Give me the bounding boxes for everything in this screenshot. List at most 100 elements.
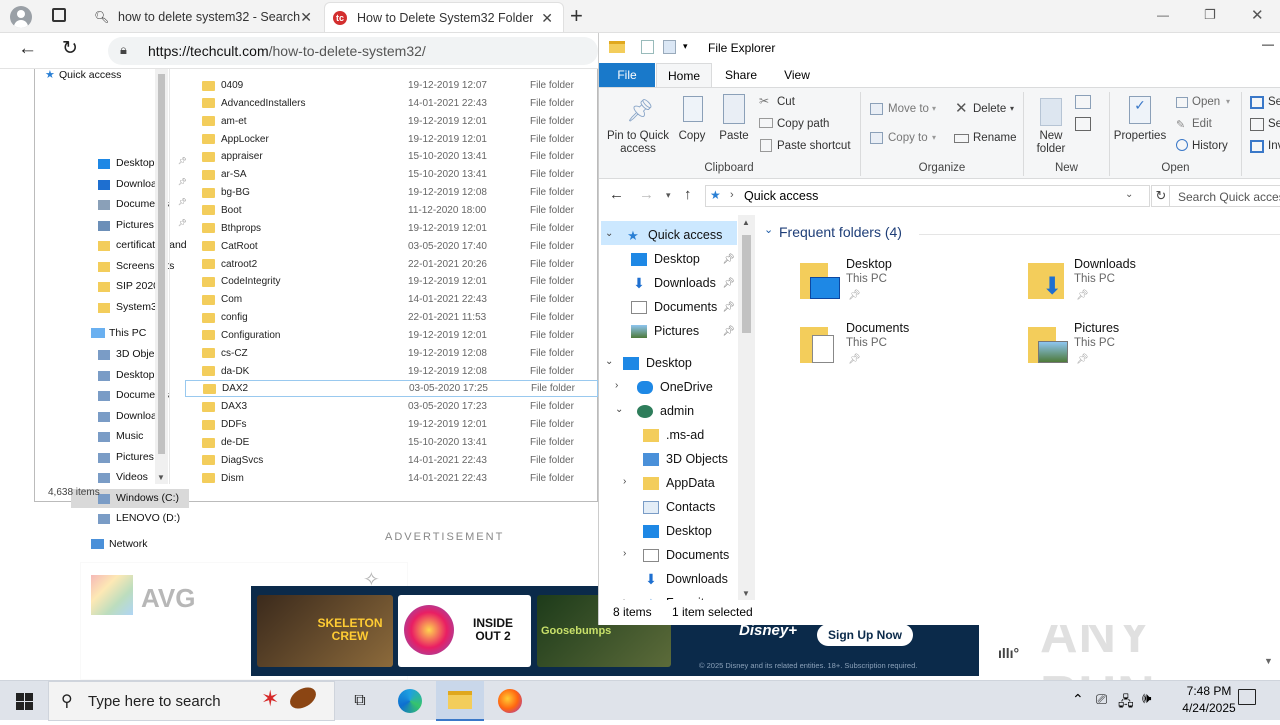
easy-access-icon[interactable] — [1075, 117, 1091, 131]
firefox-taskbar-button[interactable] — [486, 681, 534, 721]
file-date: 19-12-2019 12:01 — [408, 329, 487, 341]
copy-to-button[interactable]: Copy to — [888, 132, 928, 144]
volume-icon[interactable]: 🕪︎ — [1142, 690, 1151, 707]
expand-chevron-icon[interactable]: › — [623, 596, 626, 600]
close-icon[interactable]: ✕ — [541, 10, 553, 27]
ribbon-tab-view[interactable]: View — [769, 63, 825, 87]
move-to-icon — [870, 103, 883, 115]
tab-search[interactable]: 🔍︎ how to delete system32 - Search ✕ — [86, 2, 322, 32]
notifications-icon[interactable] — [1238, 689, 1256, 705]
invert-selection-button[interactable]: Inv — [1268, 140, 1280, 152]
nav-tree-item[interactable]: OneDrive › — [599, 375, 739, 399]
delete-button[interactable]: Delete — [973, 103, 1006, 115]
nav-tree-item[interactable]: ⬇ Downloads — [599, 567, 739, 591]
network-icon[interactable]: 🖧︎ — [1118, 691, 1134, 715]
paste-button[interactable]: Paste — [717, 130, 751, 142]
nav-up-icon[interactable]: ↑ — [684, 186, 692, 203]
ribbon-tab-share[interactable]: Share — [713, 63, 769, 87]
ad-tile-inside-out[interactable]: INSIDE OUT 2 — [398, 595, 531, 667]
new-item-icon[interactable] — [1075, 95, 1091, 109]
qat-newfolder-icon[interactable] — [663, 40, 676, 54]
ad-tile-skeleton-crew[interactable]: SKELETON CREW — [257, 595, 393, 667]
frequent-pictures[interactable]: Pictures This PC 📌︎ — [1028, 321, 1228, 377]
recent-locations-icon[interactable]: ▾ — [666, 190, 671, 201]
nav-back-icon[interactable]: ← — [609, 186, 624, 203]
file-explorer-taskbar-button[interactable] — [436, 681, 484, 721]
nav-tree-item[interactable]: admin ⌄ — [599, 399, 739, 423]
nav-desktop[interactable]: Desktop ⌄ — [599, 351, 739, 375]
select-none-button[interactable]: Se — [1268, 118, 1280, 130]
search-box[interactable]: Search Quick access — [1169, 185, 1280, 207]
explorer-minimize-button[interactable]: — — [1262, 37, 1274, 51]
edit-button[interactable]: Edit — [1192, 118, 1212, 130]
refresh-icon[interactable]: ↻ — [1151, 185, 1171, 207]
copy-button[interactable]: Copy — [676, 130, 708, 142]
address-dropdown-icon[interactable]: ⌄ — [1125, 189, 1133, 200]
device-icon[interactable]: ⎚ — [1096, 691, 1107, 708]
qat-properties-icon[interactable] — [641, 40, 654, 54]
properties-button[interactable]: Properties — [1112, 130, 1168, 142]
clock-time[interactable]: 7:48 PM — [1174, 684, 1244, 698]
cut-button[interactable]: Cut — [777, 96, 795, 108]
open-button[interactable]: Open — [1192, 96, 1220, 108]
show-hidden-icons-icon[interactable]: ⌃ — [1072, 691, 1084, 708]
nav-qa-item[interactable]: ⬇ Downloads 📌︎ — [599, 271, 739, 295]
reload-icon[interactable]: ↻ — [62, 37, 78, 60]
nav-qa-item[interactable]: Desktop 📌︎ — [599, 247, 739, 271]
address-bar[interactable]: ★ › Quick access ⌄ — [705, 185, 1150, 207]
nav-forward-icon[interactable]: → — [639, 186, 654, 203]
nav-tree-item[interactable]: Documents › — [599, 543, 739, 567]
frequent-folders-header[interactable]: Frequent folders (4) — [779, 224, 902, 240]
maximize-button[interactable]: ❐ — [1204, 7, 1216, 23]
ribbon-tab-file[interactable]: File — [599, 63, 655, 87]
nav-pane-scrollbar[interactable]: ▲ ▼ — [738, 215, 755, 600]
expand-chevron-icon[interactable]: ⌄ — [615, 404, 623, 415]
rename-button[interactable]: Rename — [973, 132, 1016, 144]
copy-path-button[interactable]: Copy path — [777, 118, 829, 130]
nav-qa-item[interactable]: Pictures 📌︎ — [599, 319, 739, 343]
select-all-button[interactable]: Se — [1268, 96, 1280, 108]
frequent-downloads[interactable]: ⬇ Downloads This PC 📌︎ — [1028, 257, 1228, 313]
ad-choices-icon[interactable]: ıllı° — [998, 645, 1019, 661]
url-bar[interactable]: 🔒︎ https://techcult.com/how-to-delete-sy… — [108, 37, 598, 65]
nav-quick-access[interactable]: ★ Quick access ⌄ — [599, 223, 739, 247]
expand-chevron-icon[interactable]: ⌄ — [605, 356, 613, 367]
nav-qa-item[interactable]: Documents 📌︎ — [599, 295, 739, 319]
clock-date[interactable]: 4/24/2025 — [1174, 701, 1244, 715]
taskbar-search-box[interactable]: ⚲ Type here to search ✶ — [48, 681, 335, 721]
page-scroll-down-icon[interactable]: ▼ — [1264, 656, 1273, 666]
expand-chevron-icon[interactable]: › — [623, 548, 626, 559]
ribbon-tab-home[interactable]: Home — [656, 63, 712, 87]
edge-taskbar-button[interactable] — [386, 681, 434, 721]
minimize-button[interactable]: — — [1157, 8, 1169, 22]
pin-quick-access-button[interactable]: Pin to Quick access — [603, 130, 673, 156]
expand-chevron-icon[interactable]: › — [615, 380, 618, 391]
nav-tree-item[interactable]: Desktop — [599, 519, 739, 543]
new-tab-button[interactable]: + — [570, 3, 583, 29]
nav-tree-item[interactable]: ★ Favorites › — [599, 591, 739, 600]
nav-tree-item[interactable]: 3D Objects — [599, 447, 739, 471]
nav-tree-item[interactable]: .ms-ad — [599, 423, 739, 447]
nav-tree-item[interactable]: Contacts — [599, 495, 739, 519]
nav-label: Downloads — [654, 276, 716, 290]
task-view-button[interactable]: ⧉ — [336, 681, 384, 721]
move-to-button[interactable]: Move to — [888, 103, 929, 115]
start-button[interactable] — [0, 681, 48, 721]
nav-tree-item[interactable]: AppData › — [599, 471, 739, 495]
frequent-desktop[interactable]: Desktop This PC 📌︎ — [800, 257, 1000, 313]
sign-up-button[interactable]: Sign Up Now — [817, 624, 913, 646]
qat-dropdown-icon[interactable]: ▾ — [683, 41, 688, 52]
close-window-button[interactable]: ✕ — [1251, 6, 1264, 24]
expand-chevron-icon[interactable]: ⌄ — [605, 228, 613, 239]
new-folder-button[interactable]: New folder — [1036, 130, 1066, 156]
tab-actions-icon[interactable] — [52, 8, 66, 22]
frequent-documents[interactable]: Documents This PC 📌︎ — [800, 321, 1000, 377]
frequent-folders-chevron-icon[interactable]: ⌄ — [764, 223, 773, 236]
tab-techcult[interactable]: tc How to Delete System32 Folder in ✕ — [324, 2, 564, 32]
history-button[interactable]: History — [1192, 140, 1228, 152]
profile-avatar[interactable] — [10, 6, 32, 28]
back-arrow-icon[interactable]: ← — [18, 38, 37, 60]
expand-chevron-icon[interactable]: › — [623, 476, 626, 487]
close-icon[interactable]: ✕ — [300, 9, 312, 26]
paste-shortcut-button[interactable]: Paste shortcut — [777, 140, 851, 152]
